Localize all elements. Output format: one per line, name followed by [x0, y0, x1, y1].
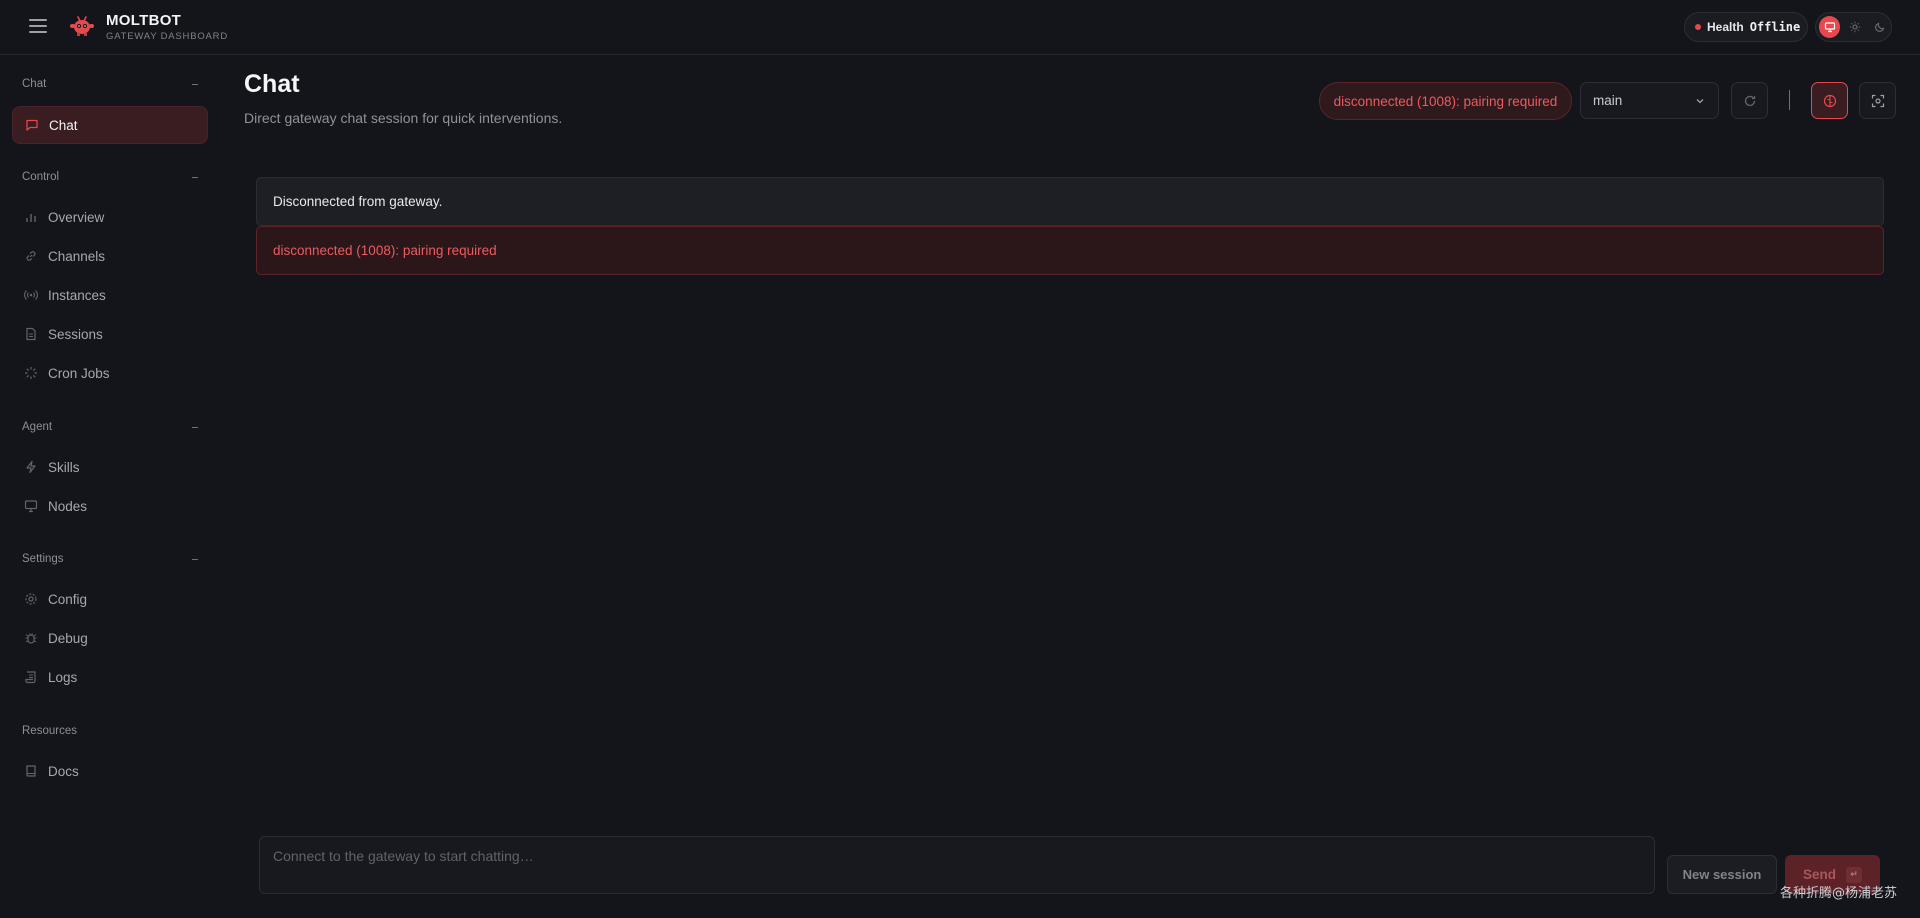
sidebar-item-label: Skills: [48, 459, 80, 475]
session-select-value: main: [1593, 93, 1623, 108]
theme-toggle: [1815, 12, 1892, 42]
refresh-button[interactable]: [1731, 82, 1768, 119]
chevron-down-icon: [1694, 95, 1706, 107]
radio-icon: [24, 288, 38, 302]
section-title: Agent: [22, 421, 53, 433]
sidebar-item-chat[interactable]: Chat: [12, 106, 208, 144]
sidebar-item-label: Instances: [48, 287, 106, 303]
focus-icon: [1871, 94, 1885, 108]
zap-icon: [24, 460, 38, 474]
brain-icon: [1822, 93, 1838, 109]
sidebar-item-label: Docs: [48, 763, 79, 779]
sidebar-item-label: Channels: [48, 248, 106, 264]
sidebar-item-debug[interactable]: Debug: [12, 619, 208, 657]
collapse-icon: [192, 426, 198, 428]
message-input[interactable]: Connect to the gateway to start chatting…: [259, 836, 1655, 894]
sidebar-item-sessions[interactable]: Sessions: [12, 315, 208, 353]
sidebar-item-label: Cron Jobs: [48, 365, 110, 381]
bug-icon: [24, 631, 38, 645]
enter-key-icon: ↵: [1846, 866, 1862, 883]
sidebar-item-label: Overview: [48, 209, 105, 225]
settings-icon: [24, 592, 38, 606]
health-label: Health: [1707, 20, 1744, 34]
section-agent[interactable]: Agent: [22, 421, 198, 433]
sidebar-item-label: Logs: [48, 669, 78, 685]
section-control[interactable]: Control: [22, 171, 198, 183]
section-resources[interactable]: Resources: [22, 725, 198, 737]
thinking-toggle-button[interactable]: [1811, 82, 1848, 119]
book-icon: [24, 764, 38, 778]
brand-title: MOLTBOT: [106, 12, 182, 29]
brand: MOLTBOT GATEWAY DASHBOARD: [106, 13, 228, 43]
sidebar-item-label: Sessions: [48, 326, 103, 342]
collapse-icon: [192, 176, 198, 178]
section-chat[interactable]: Chat: [22, 78, 198, 90]
message-square-icon: [25, 118, 39, 132]
toolbar-divider: [1789, 90, 1790, 110]
sidebar-item-overview[interactable]: Overview: [12, 198, 208, 236]
sidebar-item-instances[interactable]: Instances: [12, 276, 208, 314]
sidebar-item-skills[interactable]: Skills: [12, 448, 208, 486]
sidebar-item-config[interactable]: Config: [12, 580, 208, 618]
sidebar: Chat Chat Control Overview Channels Inst…: [0, 56, 220, 918]
health-value: Offline: [1749, 20, 1801, 34]
logo-icon: [69, 14, 95, 38]
collapse-icon: [192, 558, 198, 560]
sidebar-item-label: Config: [48, 591, 88, 607]
watermark: 各种折腾@杨浦老苏: [1780, 886, 1898, 901]
health-dot: [1695, 24, 1701, 30]
sidebar-item-docs[interactable]: Docs: [12, 752, 208, 790]
sidebar-item-label: Debug: [48, 630, 88, 646]
monitor-icon[interactable]: [1819, 16, 1841, 38]
sidebar-item-logs[interactable]: Logs: [12, 658, 208, 696]
section-title: Control: [22, 171, 60, 183]
menu-icon[interactable]: [29, 19, 47, 33]
section-title: Settings: [22, 553, 64, 565]
page-subtitle: Direct gateway chat session for quick in…: [244, 110, 563, 126]
sidebar-item-label: Nodes: [48, 498, 88, 514]
section-settings[interactable]: Settings: [22, 553, 198, 565]
bar-chart-icon: [24, 210, 38, 224]
connection-status-badge: disconnected (1008): pairing required: [1319, 82, 1572, 120]
focus-mode-button[interactable]: [1859, 82, 1896, 119]
chat-message-error: disconnected (1008): pairing required: [256, 226, 1884, 275]
monitor-icon: [24, 499, 38, 513]
sidebar-item-nodes[interactable]: Nodes: [12, 487, 208, 525]
file-text-icon: [24, 327, 38, 341]
chat-message-info: Disconnected from gateway.: [256, 177, 1884, 226]
collapse-icon: [192, 83, 198, 85]
sidebar-item-cron-jobs[interactable]: Cron Jobs: [12, 354, 208, 392]
refresh-icon: [1743, 94, 1757, 108]
section-title: Resources: [22, 725, 77, 737]
session-select[interactable]: main: [1580, 82, 1719, 119]
health-status: Health Offline: [1684, 12, 1808, 42]
top-bar: MOLTBOT GATEWAY DASHBOARD Health Offline: [0, 0, 1920, 55]
section-title: Chat: [22, 78, 47, 90]
sidebar-item-label: Chat: [49, 117, 78, 133]
link-icon: [24, 249, 38, 263]
sidebar-item-channels[interactable]: Channels: [12, 237, 208, 275]
moon-icon[interactable]: [1870, 16, 1891, 38]
send-button-label: Send: [1802, 867, 1836, 882]
loader-icon: [24, 366, 38, 380]
new-session-button[interactable]: New session: [1667, 855, 1777, 894]
scroll-icon: [24, 670, 38, 684]
page-title: Chat: [244, 70, 300, 98]
sun-icon[interactable]: [1844, 16, 1865, 38]
brand-subtitle: GATEWAY DASHBOARD: [106, 31, 228, 42]
